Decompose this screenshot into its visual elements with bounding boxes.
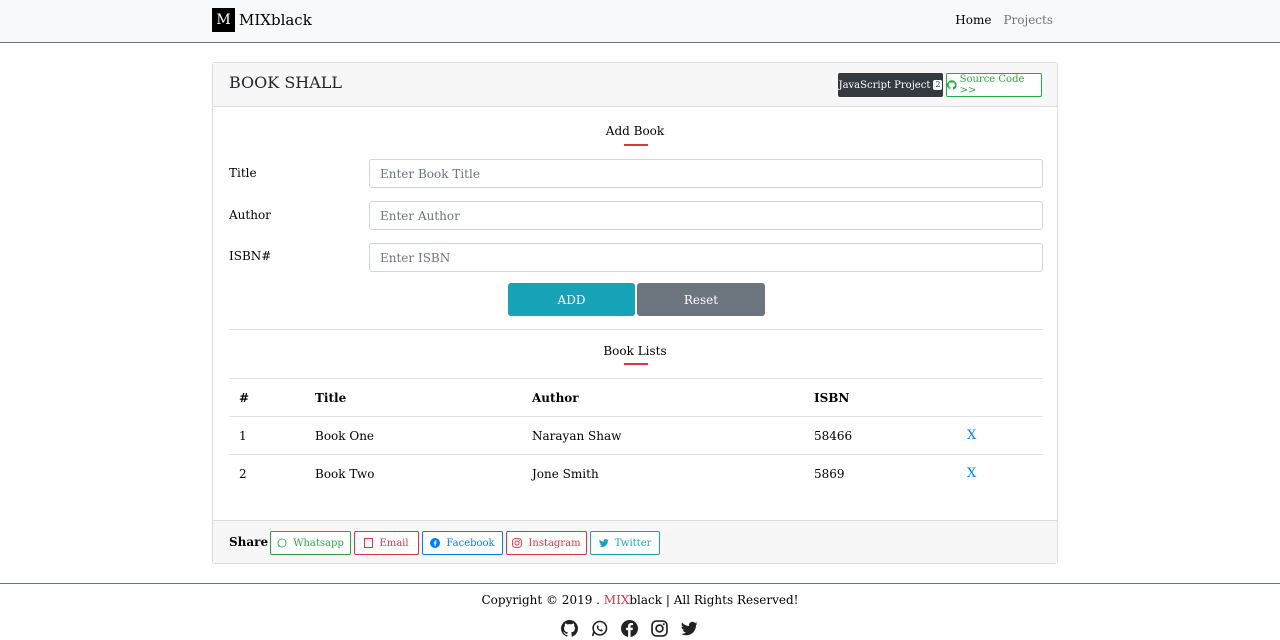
table-row: 2 Book Two Jone Smith 5869 X [229,455,1043,493]
heading-underline [624,144,648,146]
brand-mark: M [212,8,235,32]
copyright-brand-rest: black [629,593,663,607]
section-divider [229,329,1043,330]
heading-underline [624,363,648,365]
project-count-badge: 2 [933,80,943,90]
row-isbn: 5869 [814,466,845,481]
column-header-title: Title [315,390,347,405]
javascript-project-button[interactable]: JavaScript Project 2 [838,73,943,97]
add-button[interactable]: ADD [508,283,635,316]
row-title: Book One [315,428,375,443]
instagram-icon [512,538,523,548]
column-header-author: Author [532,390,579,405]
footer-social-icons [561,620,698,637]
row-number: 1 [239,428,247,443]
book-card: BOOK SHALL JavaScript Project 2 Source C… [212,62,1058,564]
copyright-suffix: | All Rights Reserved! [662,593,799,607]
row-title: Book Two [315,466,375,481]
row-number: 2 [239,466,247,481]
delete-book-button[interactable]: X [967,466,976,481]
share-facebook-label: Facebook [446,537,495,549]
facebook-icon[interactable] [621,620,638,637]
share-facebook-button[interactable]: Facebook [422,531,503,555]
share-twitter-label: Twitter [614,537,652,549]
source-code-button[interactable]: Source Code >> [946,73,1042,97]
row-author: Jone Smith [532,466,599,481]
nav-link-home[interactable]: Home [955,13,991,27]
author-label: Author [229,208,271,222]
author-input[interactable] [369,201,1043,230]
twitter-icon [598,539,609,548]
share-whatsapp-button[interactable]: Whatsapp [270,531,351,555]
isbn-label: ISBN# [229,249,272,263]
brand-name: MIXblack [239,11,312,29]
source-code-label: Source Code >> [959,74,1025,96]
book-table: # Title Author ISBN 1 Book One Narayan S… [229,378,1043,493]
twitter-icon[interactable] [681,620,698,637]
title-label: Title [229,166,257,180]
share-instagram-label: Instagram [528,537,581,549]
github-icon[interactable] [561,620,578,637]
share-whatsapp-label: Whatsapp [293,537,344,549]
github-icon [947,80,957,90]
reset-button[interactable]: Reset [637,283,765,316]
column-header-actions [957,379,1043,417]
share-instagram-button[interactable]: Instagram [506,531,587,555]
column-header-number: # [239,390,250,405]
share-email-button[interactable]: Email [354,531,419,555]
copyright-text: Copyright © 2019 . MIXblack | All Rights… [0,593,1280,607]
table-row: 1 Book One Narayan Shaw 58466 X [229,417,1043,455]
navbar: M MIXblack Home Projects [0,0,1280,43]
row-isbn: 58466 [814,428,853,443]
nav-link-projects[interactable]: Projects [1003,13,1053,27]
whatsapp-icon [277,538,287,548]
title-input[interactable] [369,159,1043,188]
whatsapp-icon[interactable] [591,620,608,637]
copyright-prefix: Copyright © 2019 . [481,593,604,607]
javascript-project-label: JavaScript Project [838,79,931,91]
facebook-icon [430,538,441,548]
card-header: BOOK SHALL JavaScript Project 2 Source C… [213,63,1057,107]
isbn-input[interactable] [369,243,1043,272]
row-author: Narayan Shaw [532,428,622,443]
nav-links: Home Projects [955,13,1053,27]
add-book-heading: Add Book [605,124,665,138]
share-email-label: Email [379,537,409,549]
table-header-row: # Title Author ISBN [229,378,1043,417]
page-footer: Copyright © 2019 . MIXblack | All Rights… [0,583,1280,640]
share-twitter-button[interactable]: Twitter [590,531,660,555]
share-bar: Share - Whatsapp Email Facebook Instagra… [213,520,1057,563]
book-lists-heading: Book Lists [603,344,667,358]
card-title: BOOK SHALL [229,73,343,92]
email-icon [364,538,374,548]
brand-logo[interactable]: M MIXblack [212,8,312,32]
copyright-brand-red: MIX [603,593,630,607]
instagram-icon[interactable] [651,620,668,637]
delete-book-button[interactable]: X [967,428,976,443]
column-header-isbn: ISBN [814,390,850,405]
